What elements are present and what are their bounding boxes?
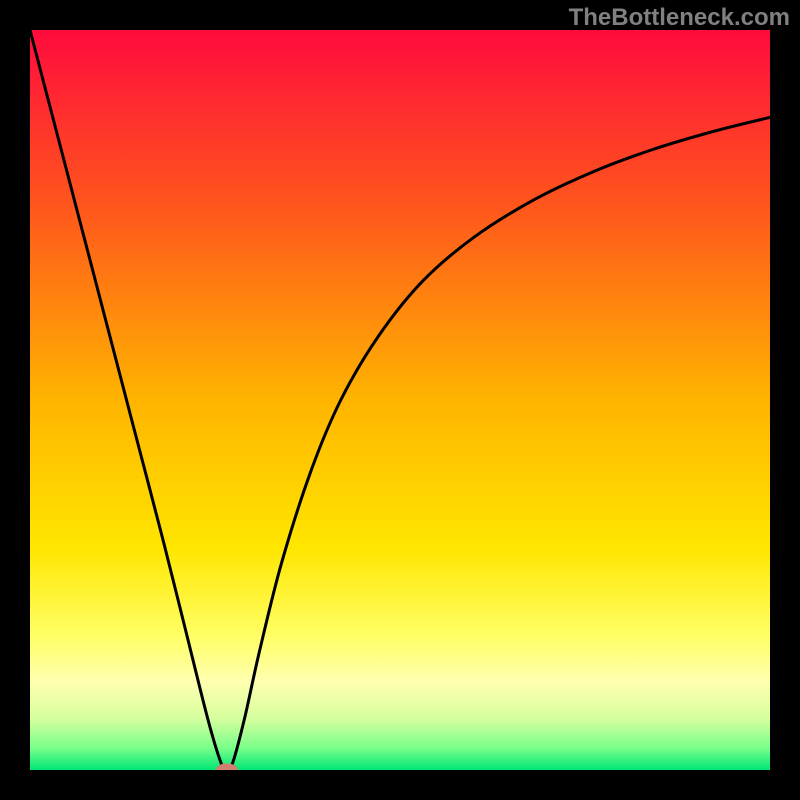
chart-frame: TheBottleneck.com xyxy=(0,0,800,800)
gradient-background xyxy=(30,30,770,770)
plot-area xyxy=(30,30,770,770)
watermark-text: TheBottleneck.com xyxy=(569,4,790,32)
chart-svg xyxy=(30,30,770,770)
